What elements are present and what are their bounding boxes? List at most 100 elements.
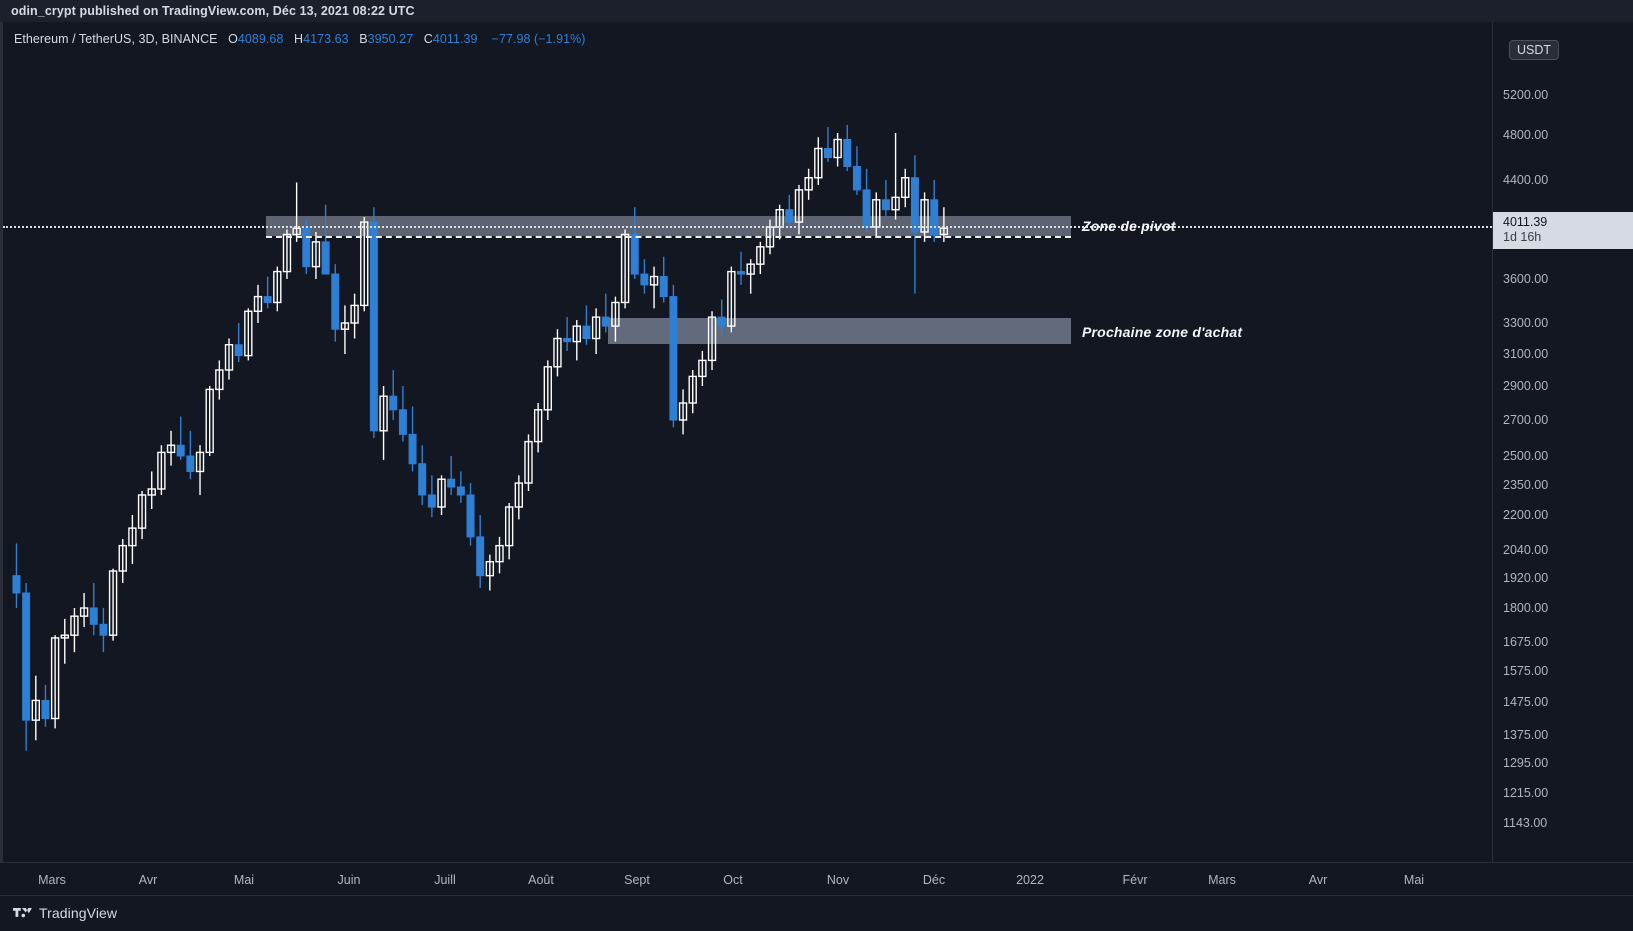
pivot-zone-bottom-line (266, 236, 1071, 238)
chart-legend[interactable]: Ethereum / TetherUS, 3D, BINANCE O4089.6… (14, 32, 585, 46)
tradingview-mark-icon (13, 908, 32, 918)
candle (70, 608, 79, 653)
legend-close-value: 4011.39 (432, 32, 478, 46)
candle (891, 133, 900, 220)
current-price-line (3, 226, 1492, 228)
candle (408, 406, 417, 472)
price-tick: 2500.00 (1503, 449, 1549, 463)
time-tick: Juill (434, 873, 456, 887)
price-axis[interactable]: USDT 4011.39 1d 16h 5200.00 4800.00 4400.0… (1492, 22, 1633, 862)
candle (186, 430, 195, 480)
time-tick: Juin (337, 873, 361, 887)
price-tick: 1800.00 (1503, 601, 1549, 615)
price-tick: 1675.00 (1503, 635, 1549, 649)
price-tick: 2900.00 (1503, 379, 1549, 393)
legend-open-value: 4089.68 (237, 32, 284, 46)
candle (881, 180, 890, 218)
time-tick: Avr (1308, 873, 1328, 887)
time-tick: Déc (922, 873, 946, 887)
candle (389, 370, 398, 420)
candle (504, 503, 514, 560)
candle (630, 207, 639, 279)
candle (591, 308, 601, 354)
candle (253, 284, 263, 323)
candle (321, 204, 330, 275)
candle (22, 583, 31, 751)
candle (137, 491, 147, 540)
price-tick: 2700.00 (1503, 413, 1549, 427)
candle (872, 192, 881, 237)
price-tick: 2200.00 (1503, 508, 1549, 522)
candle (563, 317, 572, 351)
candle (727, 266, 736, 333)
candle (273, 266, 282, 312)
candle (99, 608, 108, 653)
candle (128, 515, 137, 564)
time-tick: 2022 (1016, 873, 1044, 887)
candle (195, 445, 205, 495)
candle (244, 308, 253, 361)
candle (456, 471, 465, 503)
legend-symbol[interactable]: Ethereum / TetherUS, 3D, BINANCE (14, 32, 218, 46)
candle (659, 256, 668, 303)
candle (369, 207, 378, 438)
candle (823, 127, 832, 162)
price-tick: 1295.00 (1503, 756, 1549, 770)
chart-pane[interactable]: Zone de pivot Prochaine zone d'achat Eth… (0, 22, 1492, 862)
price-tick: 1375.00 (1503, 728, 1549, 742)
price-tick: 1475.00 (1503, 695, 1549, 709)
candle (60, 618, 69, 664)
candle (215, 360, 224, 400)
candle (804, 168, 813, 200)
candle (688, 370, 697, 414)
candle (620, 229, 630, 309)
candle (437, 475, 446, 515)
candle (292, 182, 301, 242)
candle (79, 593, 89, 628)
price-tick: 4400.00 (1503, 173, 1549, 187)
candle (756, 241, 765, 275)
candle (311, 231, 321, 279)
candle (157, 445, 166, 495)
time-tick: Oct (723, 873, 743, 887)
currency-badge[interactable]: USDT (1509, 40, 1560, 60)
time-tick: Févr (1122, 873, 1148, 887)
candle (737, 251, 746, 285)
candle (12, 543, 21, 608)
candle (785, 194, 794, 230)
candle (707, 311, 717, 370)
candle (360, 217, 369, 312)
chart-plot-area[interactable]: Zone de pivot Prochaine zone d'achat Eth… (3, 22, 1492, 862)
candle (862, 168, 871, 232)
price-tick: 3600.00 (1503, 272, 1549, 286)
tradingview-wordmark: TradingView (39, 905, 118, 921)
price-tick: 1575.00 (1503, 664, 1549, 678)
price-tick: 3300.00 (1503, 316, 1549, 330)
legend-low-value: 3950.27 (367, 32, 414, 46)
time-tick: Nov (826, 873, 850, 887)
candle (147, 471, 156, 509)
time-axis[interactable]: Mars Avr Mai Juin Juill Août Sept Oct Nov Déc 2022… (0, 862, 1633, 896)
candle (611, 296, 620, 342)
candle (176, 416, 185, 460)
candlestick-series (12, 125, 949, 751)
candle (331, 264, 340, 342)
candle (205, 386, 214, 456)
candle (833, 133, 842, 167)
candle (89, 583, 98, 636)
candle (533, 403, 543, 453)
candle (427, 475, 436, 518)
candle (418, 445, 427, 505)
legend-change: −77.98 (−1.91%) (491, 32, 586, 46)
candle (910, 155, 919, 294)
candle (843, 125, 852, 171)
candle (41, 684, 50, 727)
buy-zone-label: Prochaine zone d'achat (1082, 324, 1243, 340)
candle (582, 305, 591, 345)
candle (601, 293, 610, 333)
candle (543, 360, 552, 420)
price-tick: 2040.00 (1503, 543, 1549, 557)
time-tick: Sept (624, 873, 650, 887)
candle (814, 137, 823, 185)
candle (447, 456, 456, 495)
